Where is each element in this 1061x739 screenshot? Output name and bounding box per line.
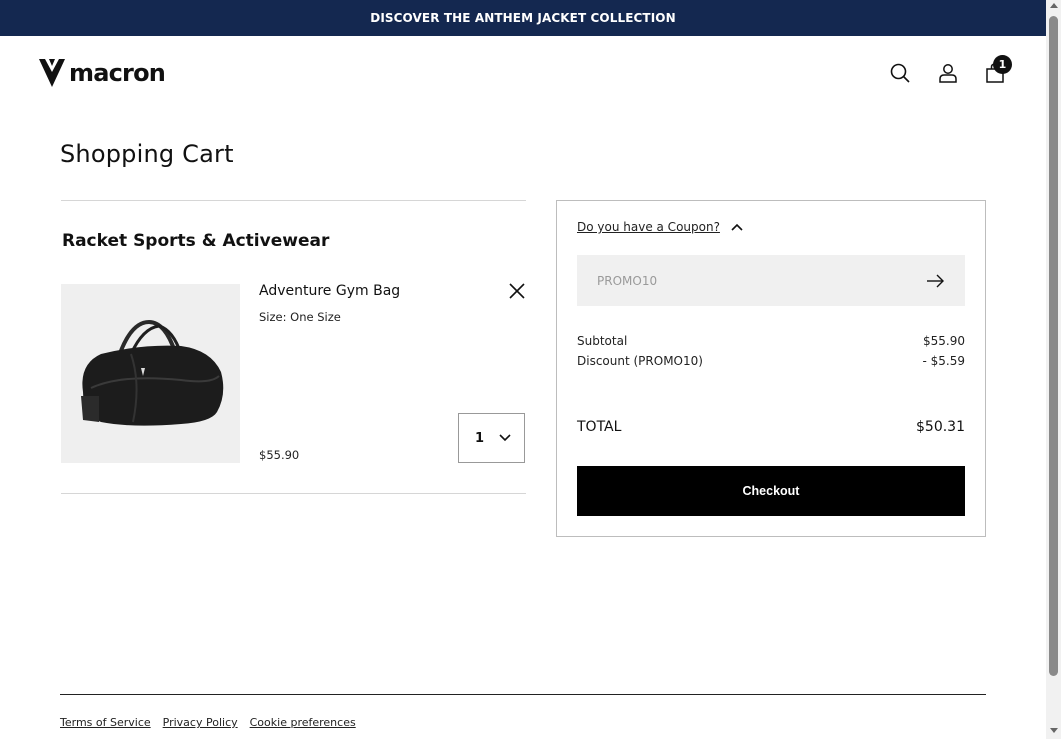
discount-value: - $5.59 [922, 354, 966, 368]
coupon-toggle[interactable]: Do you have a Coupon? [577, 220, 744, 234]
product-price: $55.90 [259, 448, 300, 462]
cart-count-badge: 1 [993, 55, 1012, 74]
terms-of-service-link[interactable]: Terms of Service [60, 716, 151, 729]
total-value: $50.31 [916, 419, 965, 435]
checkout-button[interactable]: Checkout [577, 466, 965, 516]
chevron-up-icon[interactable] [730, 222, 744, 232]
page-title: Shopping Cart [60, 140, 234, 168]
remove-item-close-icon[interactable] [508, 282, 526, 300]
cart-bottom-divider [61, 493, 526, 494]
announcement-bar[interactable]: DISCOVER THE ANTHEM JACKET COLLECTION [0, 0, 1046, 36]
privacy-policy-link[interactable]: Privacy Policy [163, 716, 238, 729]
coupon-field [577, 255, 965, 306]
macron-logo[interactable]: macron [39, 57, 166, 89]
footer-links: Terms of Service Privacy Policy Cookie p… [60, 716, 356, 729]
quantity-value: 1 [475, 430, 485, 446]
search-icon[interactable] [889, 62, 911, 84]
scroll-thumb[interactable] [1049, 16, 1058, 676]
product-image[interactable] [61, 284, 240, 463]
subtotal-label: Subtotal [577, 334, 628, 348]
order-summary-panel: Do you have a Coupon? Subtotal $55.90 Di… [556, 200, 986, 537]
user-icon[interactable] [937, 62, 959, 84]
subtotal-row: Subtotal $55.90 [577, 334, 965, 348]
arrow-right-icon[interactable] [925, 273, 945, 289]
quantity-select[interactable]: 1 [458, 413, 525, 463]
cart-top-divider [61, 200, 526, 201]
scroll-up-arrow-icon[interactable] [1050, 3, 1058, 8]
site-header: macron 1 [0, 36, 1046, 112]
scroll-down-arrow-icon[interactable] [1050, 728, 1058, 733]
product-name[interactable]: Adventure Gym Bag [259, 283, 400, 299]
announcement-text[interactable]: DISCOVER THE ANTHEM JACKET COLLECTION [370, 11, 675, 25]
cookie-preferences-link[interactable]: Cookie preferences [250, 716, 356, 729]
discount-label: Discount (PROMO10) [577, 354, 703, 368]
gym-bag-illustration [81, 319, 224, 426]
subtotal-value: $55.90 [923, 334, 965, 348]
total-row: TOTAL $50.31 [577, 419, 965, 435]
total-label: TOTAL [577, 419, 622, 435]
cart-section-title: Racket Sports & Activewear [62, 231, 330, 251]
chevron-down-icon [499, 434, 511, 442]
page-scrollbar[interactable] [1046, 0, 1061, 739]
product-size: Size: One Size [259, 310, 341, 324]
coupon-prompt[interactable]: Do you have a Coupon? [577, 220, 720, 234]
coupon-input[interactable] [597, 273, 925, 288]
macron-logo-mark-icon [39, 59, 65, 87]
discount-row: Discount (PROMO10) - $5.59 [577, 354, 965, 368]
logo-wordmark: macron [69, 59, 166, 87]
footer-divider [60, 694, 986, 695]
